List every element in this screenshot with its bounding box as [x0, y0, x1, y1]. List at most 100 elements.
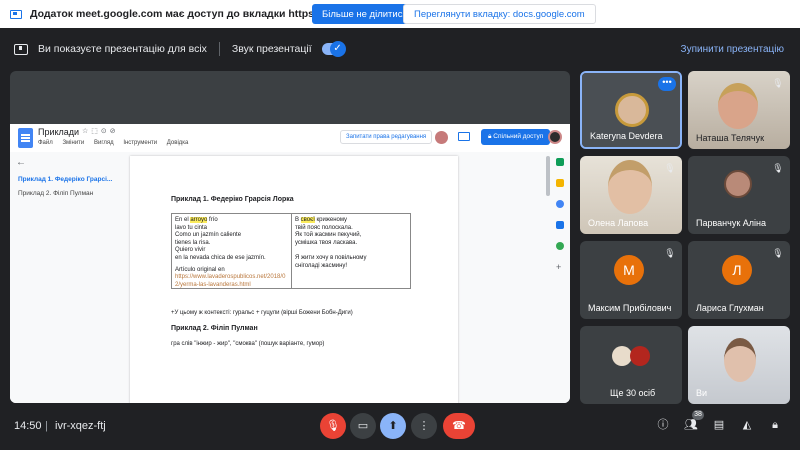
- participant-initial: Л: [722, 255, 752, 285]
- participant-tile[interactable]: М 🎙︎ Максим Прибілович: [580, 241, 682, 319]
- presentation-status: Ви показуєте презентацію для всіх: [38, 43, 207, 55]
- menu-edit[interactable]: Змінити: [62, 140, 84, 146]
- mic-off-icon: 🎙︎: [772, 248, 784, 258]
- source-link[interactable]: https://www.lavaderospublicos.net/2018/0…: [175, 274, 288, 289]
- participant-avatar: [724, 170, 752, 198]
- poem-highlight: arroyo: [190, 217, 208, 223]
- more-options-icon[interactable]: •••: [658, 77, 676, 91]
- keep-icon[interactable]: [556, 179, 564, 187]
- maps-icon[interactable]: [556, 242, 564, 250]
- doc-heading-2: Приклад 2. Філіп Пулман: [171, 325, 258, 332]
- contacts-icon[interactable]: [556, 221, 564, 229]
- others-tile[interactable]: Ще 30 осіб: [580, 326, 682, 404]
- poem-line: En el: [175, 217, 191, 223]
- poem-line: Як той жасмин пекучий,: [295, 232, 362, 239]
- participant-tile[interactable]: 🎙︎ Олена Лапова: [580, 156, 682, 234]
- request-edit-button[interactable]: Запитати права редагування: [340, 130, 433, 144]
- view-tab-button[interactable]: Переглянути вкладку: docs.google.com: [403, 4, 596, 24]
- info-icon[interactable]: ⓘ: [655, 417, 671, 433]
- participant-name: Парванчук Аліна: [696, 218, 766, 228]
- poem-line: Como un jazmín caliente: [175, 232, 242, 239]
- doc-scrollbar[interactable]: [546, 156, 550, 196]
- check-icon: ✓: [329, 41, 346, 57]
- mic-off-icon[interactable]: 🎙︎: [320, 413, 346, 439]
- participant-tile[interactable]: 🎙︎ Парванчук Аліна: [688, 156, 790, 234]
- presentation-audio-toggle[interactable]: ✓: [321, 41, 346, 57]
- doc-paragraph-1: +У цьому ж контексті: гуральс + гуцули (…: [171, 310, 353, 316]
- tab-share-icon: [10, 9, 22, 19]
- participant-name: Максим Прибілович: [588, 303, 672, 313]
- host-controls-icon[interactable]: 🔒︎: [767, 417, 783, 433]
- shared-document: Приклади ☆⬚⊙⊘ Файл Змінити Вигляд Інстру…: [10, 124, 570, 403]
- participant-avatar: [615, 93, 649, 127]
- share-banner: Додаток meet.google.com має доступ до вк…: [0, 0, 800, 28]
- menu-tools[interactable]: Інструменти: [123, 140, 157, 146]
- mic-off-icon: 🎙︎: [772, 78, 784, 88]
- chat-icon[interactable]: ▤: [711, 417, 727, 433]
- poem-line: [295, 247, 407, 255]
- doc-side-panel: +: [556, 158, 566, 284]
- participant-tile[interactable]: Л 🎙︎ Лариса Глухман: [688, 241, 790, 319]
- participant-name: Лариса Глухман: [696, 303, 764, 313]
- mic-off-icon: 🎙︎: [664, 248, 676, 258]
- poem-line: Я жити хочу в повільному: [295, 254, 367, 261]
- mic-off-icon: 🎙︎: [772, 163, 784, 173]
- participant-avatar: [612, 346, 632, 366]
- outline-item-2[interactable]: Приклад 2. Філіп Пулман: [18, 190, 93, 197]
- outline-back-arrow-icon[interactable]: ←: [16, 157, 26, 168]
- poem-line: криженому: [314, 217, 348, 223]
- menu-file[interactable]: Файл: [38, 140, 53, 146]
- participant-name: Олена Лапова: [588, 218, 649, 228]
- doc-title-tools-icon: ☆⬚⊙⊘: [82, 128, 119, 135]
- sheets-icon[interactable]: [556, 158, 564, 166]
- participant-tile[interactable]: 🎙︎ Наташа Телячук: [688, 71, 790, 149]
- doc-body: ← Приклад 1. Федеріко Грарсі... Приклад …: [10, 152, 570, 403]
- meeting-code: ivr-xqez-ftj: [55, 420, 106, 432]
- presentation-stage: Приклади ☆⬚⊙⊘ Файл Змінити Вигляд Інстру…: [10, 71, 570, 403]
- separator: |: [45, 420, 48, 432]
- comment-icon[interactable]: [458, 132, 470, 141]
- menu-view[interactable]: Вигляд: [94, 140, 114, 146]
- present-screen-icon: [14, 43, 28, 55]
- doc-heading-1: Приклад 1. Федеріко Грарсія Лорка: [171, 196, 294, 203]
- outline-item-1[interactable]: Приклад 1. Федеріко Грарсі...: [18, 176, 112, 183]
- presentation-audio-label: Звук презентації: [231, 43, 312, 55]
- bottom-bar: 14:50 | ivr-xqez-ftj 🎙︎ ▭ ⬆ ⋮ ☎︎ ⓘ 38 👥︎…: [0, 405, 800, 450]
- people-icon[interactable]: 👥︎: [683, 417, 699, 433]
- poem-line: усмішка твоя ласкава.: [295, 239, 358, 246]
- doc-page: Приклад 1. Федеріко Грарсія Лорка En el …: [130, 156, 458, 403]
- self-tile[interactable]: Ви: [688, 326, 790, 404]
- mic-off-icon: 🎙︎: [664, 163, 676, 173]
- call-end-icon[interactable]: ☎︎: [443, 413, 475, 439]
- self-name: Ви: [696, 388, 708, 398]
- menu-help[interactable]: Довідка: [167, 140, 189, 146]
- source-label: Artículo original en: [175, 266, 225, 273]
- participant-tile[interactable]: ••• Kateryna Devdera: [580, 71, 682, 149]
- stop-sharing-button[interactable]: Більше не ділитися: [312, 4, 418, 24]
- doc-user-avatar[interactable]: [548, 130, 562, 144]
- poem-line: lavo tu cinta: [175, 224, 208, 231]
- docs-logo-icon: [18, 128, 33, 148]
- poem-highlight: своєї: [300, 217, 315, 223]
- doc-menu: Файл Змінити Вигляд Інструменти Довідка: [38, 140, 193, 146]
- doc-share-label: Спільний доступ: [493, 133, 544, 140]
- collaborator-avatar: [435, 131, 448, 144]
- participant-name: Наташа Телячук: [696, 133, 765, 143]
- stop-presentation-button[interactable]: Зупинити презентацію: [681, 44, 784, 55]
- activities-icon[interactable]: ◭: [739, 417, 755, 433]
- others-count: Ще 30 осіб: [610, 388, 656, 398]
- poem-line: en la nevada chica de ese jazmín.: [175, 254, 266, 261]
- divider: [218, 42, 220, 56]
- camera-icon[interactable]: ▭: [350, 413, 376, 439]
- self-avatar: [724, 338, 756, 382]
- presentation-bar: Ви показуєте презентацію для всіх Звук п…: [10, 36, 790, 62]
- add-addon-icon[interactable]: +: [556, 263, 564, 272]
- tasks-icon[interactable]: [556, 200, 564, 208]
- participant-avatar: [608, 160, 652, 214]
- poem-line: frío: [207, 217, 218, 223]
- present-icon[interactable]: ⬆: [380, 413, 406, 439]
- doc-share-button[interactable]: 🔒︎ Спільний доступ: [481, 129, 551, 145]
- participant-avatar: [630, 346, 650, 366]
- more-vert-icon[interactable]: ⋮: [411, 413, 437, 439]
- poem-original: En el arroyo frío lavo tu cinta Como un …: [172, 214, 291, 288]
